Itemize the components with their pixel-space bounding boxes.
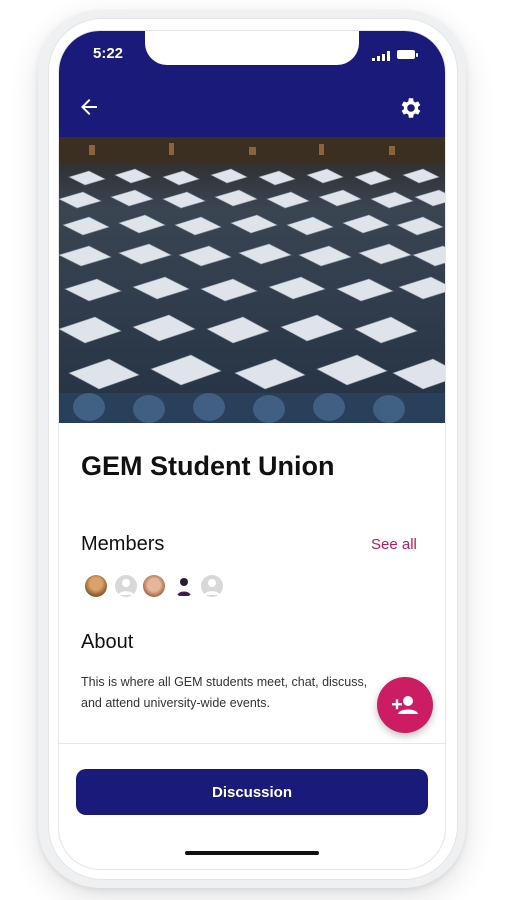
home-indicator[interactable] <box>185 851 319 855</box>
avatar[interactable] <box>143 575 165 597</box>
see-all-link[interactable]: See all <box>371 536 417 553</box>
add-person-icon <box>392 696 418 714</box>
add-member-button[interactable] <box>377 677 433 733</box>
avatar[interactable] <box>173 575 195 597</box>
about-description: This is where all GEM students meet, cha… <box>81 675 368 710</box>
group-title: GEM Student Union <box>81 451 335 481</box>
members-heading: Members <box>81 533 165 555</box>
hero-image <box>59 137 445 423</box>
gear-icon[interactable] <box>397 95 423 121</box>
app-header: 5:22 <box>59 31 445 137</box>
arrow-left-icon[interactable] <box>77 95 101 119</box>
discussion-button[interactable]: Discussion <box>76 769 428 815</box>
app-screen: 5:22 GEM Student Union Members See all A… <box>58 30 446 870</box>
avatar[interactable] <box>85 575 107 597</box>
avatar[interactable] <box>201 575 223 597</box>
battery-icon <box>397 50 418 59</box>
signal-icon <box>372 51 390 61</box>
notch <box>145 31 359 65</box>
avatar[interactable] <box>115 575 137 597</box>
status-time: 5:22 <box>93 45 124 62</box>
divider <box>59 743 445 744</box>
graduation-caps-photo <box>59 137 445 423</box>
about-heading: About <box>81 631 134 653</box>
